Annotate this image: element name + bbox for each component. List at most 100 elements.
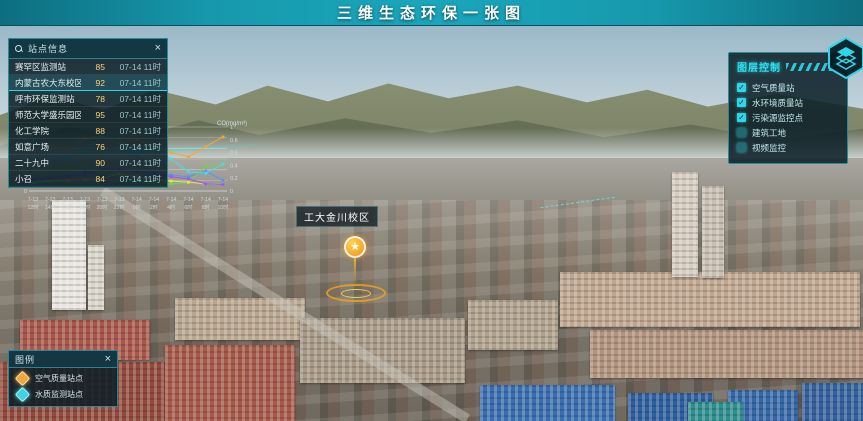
layer-label: 水环境质量站 xyxy=(752,97,803,109)
map-legend-panel: 图例 × 空气质量站点水质监测站点 xyxy=(8,350,118,407)
station-list-item[interactable]: 师范大学盛乐园区9507-14 11时 xyxy=(9,107,167,123)
layer-item[interactable]: ✓ 污染源监控点 xyxy=(737,110,839,125)
station-aqi: 88 xyxy=(85,126,105,136)
svg-text:7-14: 7-14 xyxy=(218,197,228,203)
station-aqi: 95 xyxy=(85,110,105,120)
station-aqi: 84 xyxy=(85,174,105,184)
layer-item[interactable]: ✓ 视频监控 xyxy=(737,140,839,155)
station-time: 07-14 11时 xyxy=(109,77,161,89)
svg-text:10时: 10时 xyxy=(218,203,229,211)
station-time: 07-14 11时 xyxy=(109,125,161,137)
map-marker[interactable]: ★ xyxy=(330,236,394,284)
station-aqi: 76 xyxy=(85,142,105,152)
station-time: 07-14 11时 xyxy=(109,157,161,169)
building xyxy=(560,272,860,327)
layer-label: 污染源监控点 xyxy=(752,112,803,124)
building xyxy=(480,385,615,421)
page-title: 三维生态环保一张图 xyxy=(337,2,526,23)
building xyxy=(688,402,743,421)
svg-text:0.6: 0.6 xyxy=(230,151,238,157)
station-list-item[interactable]: 二十九中9007-14 11时 xyxy=(9,155,167,171)
station-list-item[interactable]: 赛罕区监测站8507-14 11时 xyxy=(9,59,167,75)
station-aqi: 78 xyxy=(85,94,105,104)
svg-text:8时: 8时 xyxy=(202,203,210,211)
building xyxy=(590,330,863,378)
svg-text:0: 0 xyxy=(230,189,233,195)
station-name: 呼市环保监测站 xyxy=(15,93,81,105)
svg-text:0时: 0时 xyxy=(133,203,141,211)
legend-panel-title: 图例 xyxy=(15,353,105,366)
search-icon xyxy=(15,45,23,53)
svg-text:16时: 16时 xyxy=(62,203,73,211)
svg-text:0.2: 0.2 xyxy=(230,176,238,182)
layer-label: 空气质量站 xyxy=(752,82,795,94)
svg-text:22时: 22时 xyxy=(114,203,125,211)
layer-label: 建筑工地 xyxy=(752,127,786,139)
layer-label: 视频监控 xyxy=(752,142,786,154)
layer-panel-title: 图层控制 xyxy=(737,59,781,74)
layer-item[interactable]: ✓ 空气质量站 xyxy=(737,80,839,95)
svg-text:0: 0 xyxy=(24,189,27,195)
legend-marker-icon xyxy=(15,387,31,403)
building xyxy=(165,345,295,421)
svg-text:7-14: 7-14 xyxy=(131,197,141,203)
layer-list: ✓ 空气质量站 ✓ 水环境质量站 ✓ 污染源监控点 ✓ 建筑工地 ✓ 视频监控 xyxy=(737,80,839,155)
station-aqi: 92 xyxy=(85,78,105,88)
svg-text:20时: 20时 xyxy=(97,203,108,211)
svg-text:7-13: 7-13 xyxy=(114,197,124,203)
legend-list: 空气质量站点水质监测站点 xyxy=(9,368,117,400)
station-time: 07-14 11时 xyxy=(109,173,161,185)
legend-item-label: 空气质量站点 xyxy=(35,373,83,384)
station-panel-title: 站点信息 xyxy=(28,42,150,55)
layer-item[interactable]: ✓ 水环境质量站 xyxy=(737,95,839,110)
svg-text:7-14: 7-14 xyxy=(166,197,176,203)
marker-badge-icon[interactable]: ★ xyxy=(344,236,366,258)
legend-panel-header: 图例 × xyxy=(9,351,117,368)
svg-text:7-14: 7-14 xyxy=(183,197,193,203)
station-name: 师范大学盛乐园区 xyxy=(15,109,81,121)
svg-text:7-13: 7-13 xyxy=(28,197,38,203)
svg-text:14时: 14时 xyxy=(45,203,56,211)
station-list-item[interactable]: 如意广场7607-14 11时 xyxy=(9,139,167,155)
svg-text:7-14: 7-14 xyxy=(149,197,159,203)
station-list-item[interactable]: 小召 84 07-14 11时 xyxy=(9,171,167,187)
checkbox[interactable]: ✓ xyxy=(737,113,746,122)
layer-control-panel: 图层控制 ✓ 空气质量站 ✓ 水环境质量站 ✓ 污染源监控点 ✓ 建筑工地 ✓ 视频监控 xyxy=(728,52,848,164)
station-list-panel: 站点信息 × 赛罕区监测站8507-14 11时内蒙古农大东校区9207-14 … xyxy=(8,38,168,188)
map-billboard-label[interactable]: 工大金川校区 xyxy=(296,206,378,227)
app-header: 三维生态环保一张图 xyxy=(0,0,863,26)
app-root: 工大金川校区 ★ 三维生态环保一张图 站点信息 × 赛罕区监测站8507-14 … xyxy=(0,0,863,421)
close-icon[interactable]: × xyxy=(155,43,161,54)
svg-text:12时: 12时 xyxy=(28,203,39,211)
svg-text:2时: 2时 xyxy=(150,203,158,211)
checkbox[interactable]: ✓ xyxy=(737,128,746,137)
svg-text:18时: 18时 xyxy=(79,203,90,211)
station-name: 小召 xyxy=(15,173,81,185)
building xyxy=(672,172,698,277)
station-list-item[interactable]: 呼市环保监测站7807-14 11时 xyxy=(9,91,167,107)
marker-pole xyxy=(354,258,356,284)
checkbox[interactable]: ✓ xyxy=(737,83,746,92)
building xyxy=(468,300,558,350)
svg-text:7-13: 7-13 xyxy=(62,197,72,203)
layer-item[interactable]: ✓ 建筑工地 xyxy=(737,125,839,140)
station-name: 二十九中 xyxy=(15,157,81,169)
station-list-item[interactable]: 化工学院 88 07-14 11时 xyxy=(9,123,167,139)
checkbox[interactable]: ✓ xyxy=(737,98,746,107)
legend-item-label: 水质监测站点 xyxy=(35,389,83,400)
svg-text:7-13: 7-13 xyxy=(45,197,55,203)
close-icon[interactable]: × xyxy=(105,354,111,365)
checkbox[interactable]: ✓ xyxy=(737,143,746,152)
layer-panel-header: 图层控制 xyxy=(737,59,839,74)
layers-icon[interactable] xyxy=(827,37,863,79)
legend-item: 水质监测站点 xyxy=(9,384,117,400)
station-list-item[interactable]: 内蒙古农大东校区9207-14 11时 xyxy=(9,75,167,91)
station-name: 化工学院 xyxy=(15,125,81,137)
svg-text:7-13: 7-13 xyxy=(97,197,107,203)
svg-text:6时: 6时 xyxy=(184,203,192,211)
station-time: 07-14 11时 xyxy=(109,141,161,153)
svg-text:0.4: 0.4 xyxy=(230,163,238,169)
svg-text:4时: 4时 xyxy=(167,203,175,211)
station-time: 07-14 11时 xyxy=(109,61,161,73)
svg-text:7-14: 7-14 xyxy=(201,197,211,203)
